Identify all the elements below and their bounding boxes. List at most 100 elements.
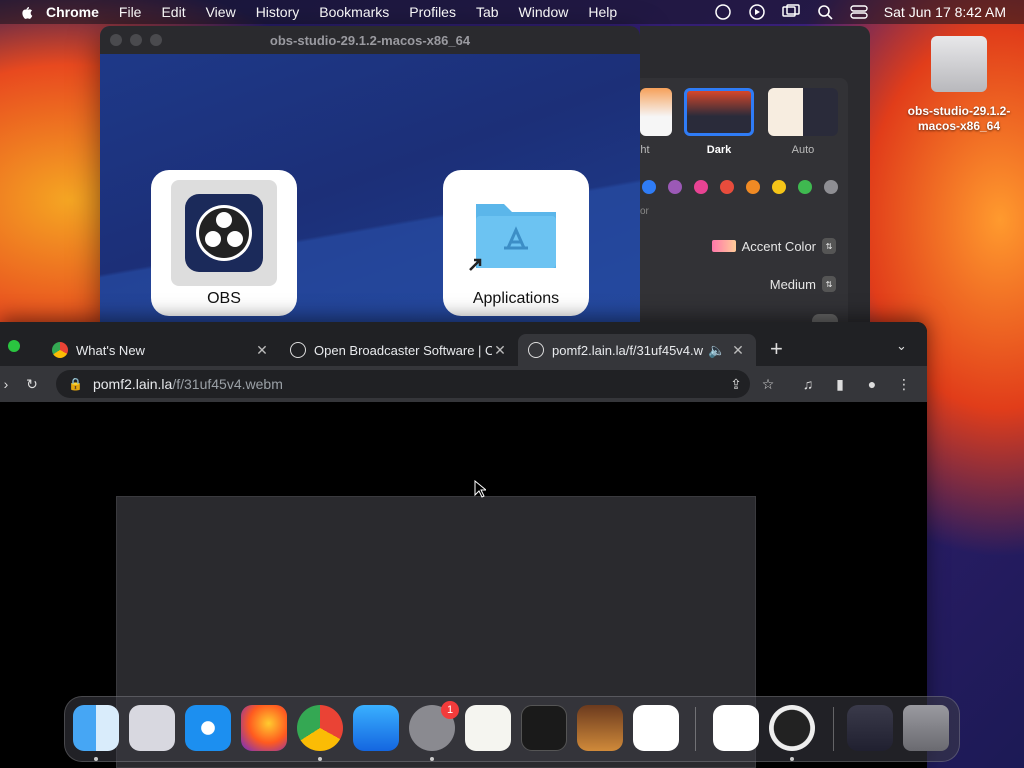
dock-separator [833,707,834,751]
menu-bookmarks[interactable]: Bookmarks [319,4,389,20]
obs-favicon-icon [290,342,306,358]
accent-blue-swatch[interactable] [642,180,656,194]
dmg-window: obs-studio-29.1.2-macos-x86_64 OBS Appli… [100,26,640,326]
obs-logo-icon [196,205,252,261]
menu-app-name[interactable]: Chrome [46,4,99,20]
reload-icon[interactable]: ↻ [24,376,40,392]
applications-folder-icon[interactable]: Applications [443,170,589,316]
mouse-cursor-icon [474,480,486,498]
theme-light-label: ht [640,144,650,156]
dock-separator [695,707,696,751]
obs-status-icon[interactable] [714,3,732,21]
finder-icon[interactable] [73,705,119,751]
terminal-icon[interactable] [521,705,567,751]
tab-obs[interactable]: Open Broadcaster Software | O ✕ [280,334,518,366]
globe-favicon-icon [528,342,544,358]
textedit-icon[interactable] [465,705,511,751]
tab-whats-new[interactable]: What's New ✕ [42,334,280,366]
menu-edit[interactable]: Edit [161,4,185,20]
accent-red-swatch[interactable] [720,180,734,194]
accent-pink-swatch[interactable] [694,180,708,194]
applications-folder-label: Applications [472,290,560,307]
highlight-color-preview [711,240,736,252]
menu-bar: Chrome File Edit View History Bookmarks … [0,0,1024,24]
dock: 1 [64,696,960,762]
safari-icon[interactable] [185,705,231,751]
theme-light-option[interactable] [640,88,672,136]
menu-view[interactable]: View [206,4,236,20]
menu-tab[interactable]: Tab [476,4,499,20]
control-center-icon[interactable] [850,3,868,21]
menu-history[interactable]: History [256,4,300,20]
menu-file[interactable]: File [119,4,142,20]
play-status-icon[interactable] [748,3,766,21]
audio-playing-icon[interactable]: 🔈 [708,342,725,359]
highlight-color-row[interactable]: Accent Color ⇅ [711,238,836,254]
visual-studio-icon[interactable] [713,705,759,751]
desktop-disk-image[interactable]: obs-studio-29.1.2-macos-x86_64 [896,36,1022,134]
menu-profiles[interactable]: Profiles [409,4,456,20]
lock-icon[interactable]: 🔒 [68,377,83,391]
sidebar-size-stepper-icon[interactable]: ⇅ [822,276,836,292]
folder-icon [469,204,556,271]
zoom-window-button[interactable] [8,340,20,352]
bookmark-star-icon[interactable]: ☆ [760,376,776,392]
obs-app-icon[interactable]: OBS [151,170,297,316]
chrome-icon[interactable] [297,705,343,751]
side-panel-icon[interactable]: ▮ [832,376,848,392]
app-store-icon[interactable] [353,705,399,751]
close-tab-icon[interactable]: ✕ [730,342,746,359]
accent-yellow-swatch[interactable] [772,180,786,194]
menu-clock[interactable]: Sat Jun 17 8:42 AM [884,4,1006,20]
desktop-disk-label: obs-studio-29.1.2-macos-x86_64 [907,104,1011,133]
accent-orange-swatch[interactable] [746,180,760,194]
menu-window[interactable]: Window [519,4,569,20]
dmg-titlebar[interactable]: obs-studio-29.1.2-macos-x86_64 [100,26,640,54]
sidebar-size-row[interactable]: Medium ⇅ [770,276,836,292]
tab-title: Open Broadcaster Software | O [314,342,492,358]
appearance-settings-window: ht Dark Auto or Accent Color ⇅ Medium ⇅ [640,26,870,326]
share-icon[interactable]: ⇪ [728,376,744,392]
firefox-icon[interactable] [241,705,287,751]
close-tab-icon[interactable]: ✕ [492,342,508,359]
garageband-icon[interactable] [577,705,623,751]
kebab-menu-icon[interactable]: ⋮ [896,376,912,392]
theme-auto-label: Auto [791,144,815,156]
dmg-window-title: obs-studio-29.1.2-macos-x86_64 [269,32,471,48]
tab-search-chevron-icon[interactable]: ⌄ [896,338,907,354]
tab-title: What's New [76,342,145,358]
search-icon[interactable] [816,3,834,21]
accent-graphite-swatch[interactable] [824,180,838,194]
running-indicator [790,757,794,761]
accent-partial-label: or [640,206,649,217]
tab-pomf[interactable]: pomf2.lain.la/f/31uf45v4.w 🔈 ✕ [518,334,756,366]
sidebar-size-label: Medium [769,276,816,292]
system-settings-icon[interactable]: 1 [409,701,459,751]
highlight-stepper-icon[interactable]: ⇅ [822,238,836,254]
close-tab-icon[interactable]: ✕ [254,342,270,359]
notification-badge: 1 [441,701,459,719]
running-indicator [430,757,434,761]
theme-auto-option[interactable] [768,88,838,136]
tab-strip: What's New ✕ Open Broadcaster Software |… [0,322,927,366]
vscode-icon[interactable] [633,705,679,751]
screen-mirroring-icon[interactable] [782,3,800,21]
running-indicator [318,757,322,761]
menu-help[interactable]: Help [588,4,617,20]
obs-dock-icon[interactable] [769,705,815,751]
theme-dark-label: Dark [706,144,732,156]
address-bar[interactable]: 🔒 pomf2.lain.la/f/31uf45v4.webm [56,370,750,398]
media-controls-icon[interactable]: ♫ [800,376,816,392]
accent-purple-swatch[interactable] [668,180,682,194]
forward-icon[interactable]: › [0,376,14,392]
trash-icon[interactable] [903,705,949,751]
downloads-stack-icon[interactable] [847,705,893,751]
obs-app-label: OBS [207,290,241,307]
chrome-favicon-icon [52,342,68,358]
theme-dark-option[interactable] [684,88,754,136]
profile-avatar-icon[interactable]: ● [864,376,880,392]
accent-green-swatch[interactable] [798,180,812,194]
new-tab-icon[interactable]: + [770,336,783,362]
launchpad-icon[interactable] [129,705,175,751]
apple-menu-icon[interactable] [18,4,34,20]
